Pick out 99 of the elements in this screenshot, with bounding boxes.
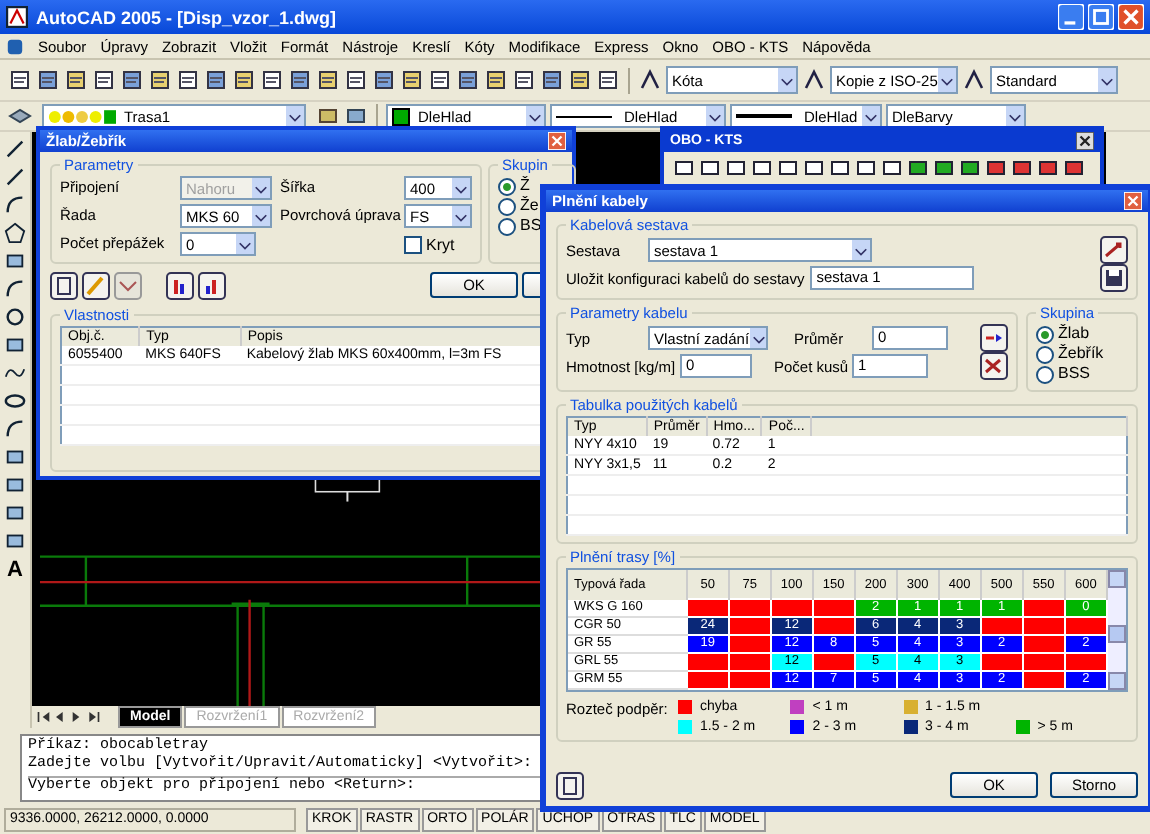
cable-tray-icon[interactable] bbox=[776, 156, 800, 180]
draw-tool-icon[interactable] bbox=[4, 306, 26, 328]
radio-label[interactable]: Že bbox=[520, 196, 539, 216]
cable-tray-icon[interactable] bbox=[932, 156, 956, 180]
cover-checkbox[interactable]: Kryt bbox=[404, 235, 472, 253]
caret-icon bbox=[708, 109, 722, 123]
draw-tool-icon[interactable] bbox=[4, 474, 26, 496]
draw-tool-icon[interactable] bbox=[4, 166, 26, 188]
bar-chart-button[interactable] bbox=[198, 271, 226, 299]
window-title: AutoCAD 2005 - [Disp_vzor_1.dwg] bbox=[36, 7, 339, 27]
radio-label[interactable]: Žlab bbox=[1058, 324, 1090, 344]
caret-icon bbox=[751, 331, 766, 345]
style-icon[interactable] bbox=[802, 68, 826, 92]
tool-icon[interactable] bbox=[596, 68, 620, 92]
remove-cable-button[interactable] bbox=[980, 352, 1008, 380]
radio-button[interactable] bbox=[1036, 325, 1054, 343]
tool-icon[interactable] bbox=[428, 68, 452, 92]
add-cable-button[interactable] bbox=[980, 324, 1008, 352]
radio-button[interactable] bbox=[498, 217, 516, 235]
caret-icon bbox=[780, 73, 794, 87]
cable-tray-icon[interactable] bbox=[724, 156, 748, 180]
tool-icon[interactable] bbox=[372, 68, 396, 92]
tool-icon[interactable] bbox=[120, 68, 144, 92]
pencil-button[interactable] bbox=[82, 271, 110, 299]
radio-label[interactable]: BS bbox=[520, 216, 542, 236]
cable-tray-icon[interactable] bbox=[698, 156, 722, 180]
cable-tray-icon[interactable] bbox=[854, 156, 878, 180]
tool-icon[interactable] bbox=[568, 68, 592, 92]
radio-button[interactable] bbox=[498, 177, 516, 195]
tool-icon[interactable] bbox=[92, 68, 116, 92]
caret-icon bbox=[1100, 73, 1114, 87]
tool-icon[interactable] bbox=[512, 68, 536, 92]
radio-label[interactable]: Ž bbox=[520, 176, 530, 196]
tool-icon[interactable] bbox=[400, 68, 424, 92]
caret-icon bbox=[864, 109, 878, 123]
caret-icon bbox=[288, 109, 302, 123]
draw-tool-icon[interactable] bbox=[4, 446, 26, 468]
scrollbar[interactable] bbox=[1108, 570, 1126, 690]
radio-button[interactable] bbox=[1036, 365, 1054, 383]
caret-icon bbox=[854, 243, 868, 257]
layer-tool-icon[interactable] bbox=[316, 104, 340, 128]
draw-tool-icon[interactable] bbox=[4, 390, 26, 412]
text-tool-button[interactable]: A bbox=[7, 558, 23, 582]
help-button[interactable] bbox=[50, 271, 78, 299]
caret-icon bbox=[528, 109, 542, 123]
draw-tool-icon[interactable] bbox=[4, 502, 26, 524]
radio-button[interactable] bbox=[1036, 345, 1054, 363]
draw-tool-icon[interactable] bbox=[4, 250, 26, 272]
tool-icon[interactable] bbox=[456, 68, 480, 92]
tool-icon[interactable] bbox=[344, 68, 368, 92]
draw-tool-icon[interactable] bbox=[4, 222, 26, 244]
cable-tray-icon[interactable] bbox=[672, 156, 696, 180]
bar-chart-button[interactable] bbox=[166, 271, 194, 299]
tool-icon[interactable] bbox=[540, 68, 564, 92]
help-button[interactable] bbox=[556, 771, 584, 799]
tool-icon[interactable] bbox=[8, 68, 32, 92]
cable-tray-icon[interactable] bbox=[802, 156, 826, 180]
style-icon[interactable] bbox=[638, 68, 662, 92]
draw-tool-icon[interactable] bbox=[4, 530, 26, 552]
cable-button[interactable] bbox=[1100, 236, 1128, 264]
tool-icon[interactable] bbox=[232, 68, 256, 92]
tool-icon[interactable] bbox=[316, 68, 340, 92]
tool-icon[interactable] bbox=[288, 68, 312, 92]
cable-tray-icon[interactable] bbox=[984, 156, 1008, 180]
document-icon[interactable] bbox=[6, 37, 24, 55]
radio-button[interactable] bbox=[498, 197, 516, 215]
cable-tray-icon[interactable] bbox=[880, 156, 904, 180]
draw-tool-icon[interactable] bbox=[4, 334, 26, 356]
save-button[interactable] bbox=[1100, 264, 1128, 292]
radio-label[interactable]: BSS bbox=[1058, 364, 1091, 384]
tool-icon[interactable] bbox=[64, 68, 88, 92]
radio-label[interactable]: Žebřík bbox=[1058, 344, 1104, 364]
cable-tray-icon[interactable] bbox=[1010, 156, 1034, 180]
maximize-icon[interactable] bbox=[1088, 4, 1114, 30]
layers-icon[interactable] bbox=[8, 104, 32, 128]
cable-tray-icon[interactable] bbox=[828, 156, 852, 180]
minimize-icon[interactable] bbox=[1058, 4, 1084, 30]
draw-tool-icon[interactable] bbox=[4, 278, 26, 300]
draw-tool-icon[interactable] bbox=[4, 418, 26, 440]
caret-icon bbox=[1008, 109, 1022, 123]
cable-tray-icon[interactable] bbox=[906, 156, 930, 180]
tool-icon[interactable] bbox=[36, 68, 60, 92]
style-icon[interactable] bbox=[962, 68, 986, 92]
layer-tool-icon[interactable] bbox=[344, 104, 368, 128]
caret-icon bbox=[940, 73, 954, 87]
tool-icon[interactable] bbox=[204, 68, 228, 92]
close-icon[interactable] bbox=[1076, 132, 1094, 150]
draw-tool-icon[interactable] bbox=[4, 194, 26, 216]
tool-icon[interactable] bbox=[148, 68, 172, 92]
cable-tray-icon[interactable] bbox=[1062, 156, 1086, 180]
cable-tray-icon[interactable] bbox=[958, 156, 982, 180]
layer-state-icon bbox=[48, 107, 116, 125]
tool-icon[interactable] bbox=[176, 68, 200, 92]
app-icon bbox=[6, 6, 28, 28]
tool-icon[interactable] bbox=[484, 68, 508, 92]
cable-tray-icon[interactable] bbox=[1036, 156, 1060, 180]
draw-tool-icon[interactable] bbox=[4, 138, 26, 160]
tool-icon[interactable] bbox=[260, 68, 284, 92]
cable-tray-icon[interactable] bbox=[750, 156, 774, 180]
